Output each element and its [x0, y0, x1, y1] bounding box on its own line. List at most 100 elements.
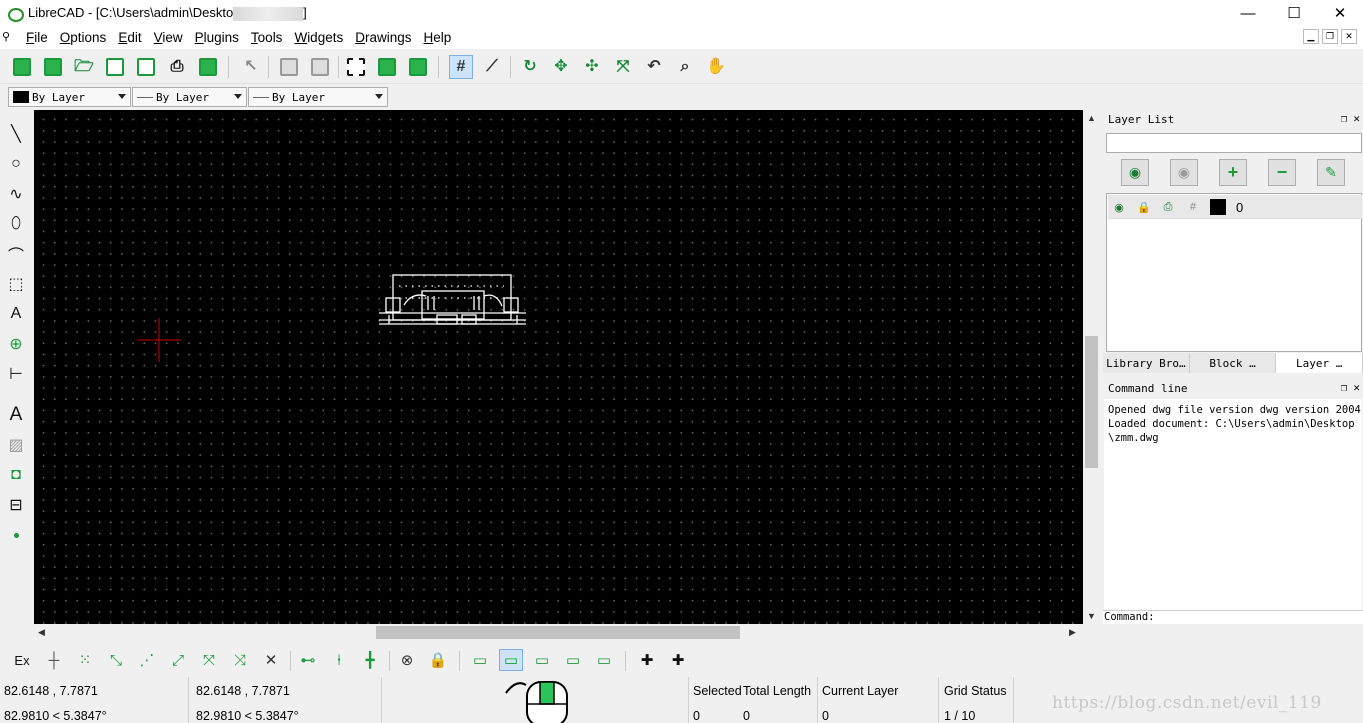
circle-tool-button[interactable]: ○ — [5, 153, 27, 175]
save-button[interactable] — [103, 55, 127, 79]
open-file-button[interactable]: 🗁 — [72, 55, 96, 79]
view-option-2-button[interactable]: ▭ — [499, 649, 523, 671]
measure-tool-button[interactable]: ⊢ — [5, 363, 27, 385]
view-option-1-button[interactable]: ▭ — [468, 649, 492, 671]
ellipse-tool-button[interactable]: ⬯ — [5, 213, 27, 235]
cut-button[interactable] — [344, 55, 368, 79]
point-tool-button[interactable] — [5, 524, 27, 546]
close-window-button[interactable]: ✕ — [1317, 0, 1363, 26]
layer-search-input[interactable] — [1106, 133, 1362, 153]
horizontal-scrollbar[interactable]: ◀ ▶ — [34, 624, 1083, 641]
snap-middle-button[interactable]: ⤧ — [197, 649, 221, 671]
snap-free-button[interactable]: ┼ — [42, 649, 66, 671]
snap-grid-button[interactable]: ⁙ — [73, 649, 97, 671]
menu-options[interactable]: Options — [54, 30, 113, 45]
horizontal-scroll-thumb[interactable] — [376, 626, 740, 639]
maximize-button[interactable]: ☐ — [1271, 0, 1317, 26]
tab-block[interactable]: Block … — [1189, 353, 1277, 373]
curve-tool-button[interactable]: ∿ — [5, 183, 27, 205]
color-select[interactable]: By Layer — [8, 87, 131, 107]
zoom-auto-button[interactable]: ⤧ — [611, 55, 635, 79]
layer-color-swatch[interactable] — [1209, 198, 1227, 216]
doc-restore-button[interactable]: ❐ — [1322, 29, 1338, 44]
add-entity-button[interactable]: ✚ — [635, 649, 659, 671]
polyline-tool-button[interactable]: ⌒ — [5, 243, 27, 265]
view-option-3-button[interactable]: ▭ — [530, 649, 554, 671]
menu-plugins[interactable]: Plugins — [189, 30, 245, 45]
new-from-template-button[interactable] — [41, 55, 65, 79]
scroll-up-icon[interactable]: ▲ — [1087, 113, 1096, 123]
redo-button[interactable] — [308, 55, 332, 79]
drawing-canvas[interactable] — [34, 110, 1083, 624]
menu-view[interactable]: View — [148, 30, 189, 45]
dock-close-icon[interactable]: ✕ — [1353, 112, 1360, 125]
scroll-left-icon[interactable]: ◀ — [38, 627, 45, 638]
system-menu-icon[interactable]: ⚲ — [2, 30, 20, 46]
text-tool-button[interactable]: A — [5, 404, 27, 426]
layer-visible-icon[interactable]: ◉ — [1110, 198, 1128, 216]
exclusive-snap-button[interactable]: Ex — [10, 649, 34, 671]
doc-minimize-button[interactable]: ▁ — [1303, 29, 1319, 44]
menu-edit[interactable]: Edit — [112, 30, 147, 45]
copy-button[interactable] — [375, 55, 399, 79]
grid-toggle-button[interactable]: # — [449, 55, 473, 79]
command-input[interactable]: Command: — [1103, 610, 1363, 624]
zoom-window-button[interactable]: ⌕ — [673, 55, 697, 79]
draft-mode-button[interactable]: ⟋ — [480, 55, 504, 79]
scroll-right-icon[interactable]: ▶ — [1069, 627, 1076, 638]
restrict-vertical-button[interactable]: ⍿ — [327, 649, 351, 671]
zoom-in-button[interactable]: ✥ — [549, 55, 573, 79]
modify-tool-button[interactable]: ⊕ — [5, 333, 27, 355]
paste-button[interactable] — [406, 55, 430, 79]
tab-layer[interactable]: Layer … — [1276, 353, 1363, 373]
menu-file[interactable]: File — [20, 30, 54, 45]
remove-layer-button[interactable]: − — [1268, 159, 1296, 186]
minimize-button[interactable]: — — [1225, 0, 1271, 26]
hatch-tool-button[interactable]: ▨ — [5, 434, 27, 456]
set-relative-zero-button[interactable]: ⊗ — [395, 649, 419, 671]
printer-icon[interactable]: ⎙ — [1159, 198, 1177, 216]
vertical-scrollbar[interactable]: ▲ ▼ — [1083, 110, 1100, 624]
restrict-orthogonal-button[interactable]: ╋ — [358, 649, 382, 671]
menu-tools[interactable]: Tools — [245, 30, 289, 45]
dock-float-icon[interactable]: ❐ — [1341, 112, 1348, 125]
construction-icon[interactable]: # — [1184, 198, 1202, 216]
edit-layer-button[interactable]: ✎ — [1317, 159, 1345, 186]
menu-widgets[interactable]: Widgets — [288, 30, 349, 45]
print-preview-button[interactable] — [196, 55, 220, 79]
zoom-previous-button[interactable]: ↶ — [642, 55, 666, 79]
new-file-button[interactable] — [10, 55, 34, 79]
zoom-pan-button[interactable]: ✋ — [704, 55, 728, 79]
select-pointer-button[interactable]: ↖ — [239, 55, 263, 79]
line-type-select[interactable]: By Layer — [248, 87, 388, 107]
line-width-select[interactable]: By Layer — [132, 87, 247, 107]
zoom-out-button[interactable]: ✣ — [580, 55, 604, 79]
line-tool-button[interactable]: ╲ — [5, 123, 27, 145]
undo-button[interactable] — [277, 55, 301, 79]
dock-close-icon[interactable]: ✕ — [1353, 381, 1360, 394]
show-all-layers-button[interactable]: ◉ — [1121, 159, 1149, 186]
vertical-scroll-thumb[interactable] — [1085, 336, 1098, 468]
add-layer-button[interactable]: + — [1219, 159, 1247, 186]
layer-row[interactable]: ◉ 🔒 ⎙ # 0 — [1108, 195, 1362, 219]
menu-drawings[interactable]: Drawings — [349, 30, 417, 45]
tab-library-browser[interactable]: Library Bro… — [1103, 353, 1190, 373]
snap-endpoint-button[interactable]: ⤡ — [104, 649, 128, 671]
scroll-down-icon[interactable]: ▼ — [1087, 611, 1096, 621]
lock-relative-zero-button[interactable]: 🔒 — [426, 649, 450, 671]
restrict-horizontal-button[interactable]: ⊷ — [296, 649, 320, 671]
dimension-tool-button[interactable]: A — [5, 303, 27, 325]
snap-center-button[interactable]: ⤢ — [166, 649, 190, 671]
image-tool-button[interactable]: ◘ — [5, 464, 27, 486]
view-option-5-button[interactable]: ▭ — [592, 649, 616, 671]
add-entity-check-button[interactable]: ✚ — [666, 649, 690, 671]
view-option-4-button[interactable]: ▭ — [561, 649, 585, 671]
lock-icon[interactable]: 🔒 — [1135, 198, 1153, 216]
select-tool-button[interactable]: ⬚ — [5, 273, 27, 295]
snap-intersection-button[interactable]: ✕ — [259, 649, 283, 671]
hide-all-layers-button[interactable]: ◉ — [1170, 159, 1198, 186]
redraw-button[interactable]: ↻ — [518, 55, 542, 79]
block-tool-button[interactable]: ⊟ — [5, 494, 27, 516]
save-as-button[interactable] — [134, 55, 158, 79]
print-button[interactable]: ⎙ — [165, 55, 189, 79]
